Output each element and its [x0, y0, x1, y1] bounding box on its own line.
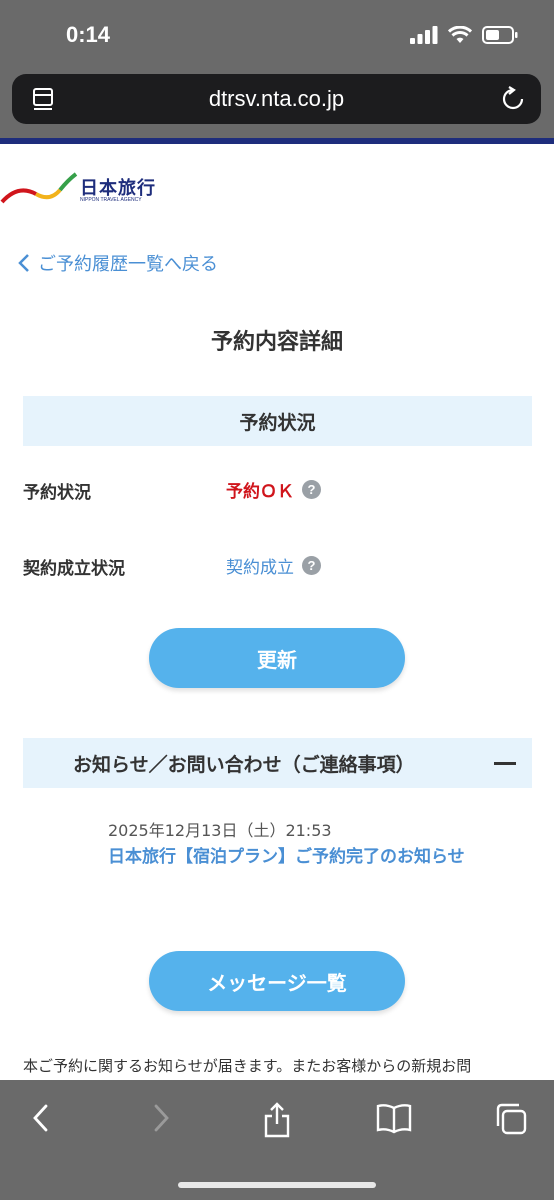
collapse-minus-icon[interactable] [494, 762, 516, 765]
forward-arrow-icon[interactable] [150, 1102, 172, 1134]
page-title: 予約内容詳細 [210, 330, 343, 355]
tabs-icon[interactable] [494, 1102, 528, 1136]
logo-subtext: NIPPON TRAVEL AGENCY [80, 197, 142, 203]
status-icons [410, 26, 518, 44]
status-row-value: 予約ＯＫ ? [226, 477, 321, 502]
contract-status-value[interactable]: 契約成立 [226, 553, 294, 578]
status-row-label: 予約状況 [23, 483, 91, 503]
cellular-signal-icon [410, 26, 438, 44]
notices-header-label: お知らせ／お問い合わせ（ご連絡事項） [73, 754, 415, 776]
chevron-left-icon [18, 254, 29, 272]
notices-header[interactable]: お知らせ／お問い合わせ（ご連絡事項） [23, 738, 532, 788]
browser-chrome: 0:14 dtrsv.nta.co.jp [0, 0, 554, 138]
message-list-button[interactable]: メッセージ一覧 [149, 951, 405, 1011]
reservation-status-value: 予約ＯＫ [226, 482, 294, 502]
notice-description: 本ご予約に関するお知らせが届きます。またお客様からの新規お問 [23, 1057, 472, 1075]
home-indicator [178, 1182, 376, 1188]
contract-row-value: 契約成立 ? [226, 553, 321, 578]
back-link-label[interactable]: ご予約履歴一覧へ戻る [38, 250, 218, 276]
status-bar: 0:14 [0, 0, 554, 70]
bookmarks-book-icon[interactable] [376, 1102, 412, 1134]
reservation-status-header: 予約状況 [23, 396, 532, 446]
refresh-button[interactable]: 更新 [149, 628, 405, 688]
status-time: 0:14 [66, 22, 111, 47]
contract-row-label: 契約成立状況 [23, 559, 125, 579]
share-icon[interactable] [262, 1102, 292, 1138]
back-arrow-icon[interactable] [30, 1102, 52, 1134]
message-date: 2025年12月13日（土）21:53 [108, 821, 332, 840]
help-icon[interactable]: ? [302, 556, 321, 575]
header-divider [0, 138, 554, 144]
back-to-history-link[interactable]: ご予約履歴一覧へ戻る [18, 250, 218, 276]
message-link[interactable]: 日本旅行【宿泊プラン】ご予約完了のお知らせ [108, 844, 518, 871]
wifi-icon [448, 26, 472, 43]
address-bar[interactable]: dtrsv.nta.co.jp [12, 74, 541, 124]
help-icon[interactable]: ? [302, 480, 321, 499]
url-text[interactable]: dtrsv.nta.co.jp [12, 86, 541, 112]
battery-icon [482, 26, 518, 44]
reload-icon[interactable] [501, 86, 525, 112]
